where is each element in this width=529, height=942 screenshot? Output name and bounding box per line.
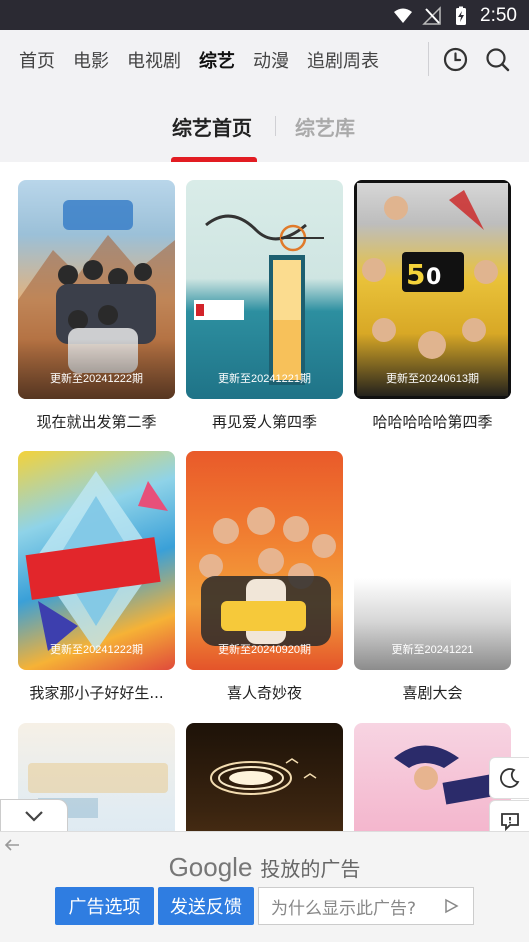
feedback-icon xyxy=(500,813,519,832)
show-card[interactable]: 更新至20241222期 现在就出发第二季 xyxy=(18,180,175,432)
status-bar: 2:50 xyxy=(0,0,529,30)
send-feedback-button[interactable]: 发送反馈 xyxy=(158,887,254,925)
update-badge: 更新至20240613期 xyxy=(386,373,479,385)
show-title[interactable]: 喜人奇妙夜 xyxy=(186,682,343,703)
why-this-ad-button[interactable]: 为什么显示此广告? xyxy=(258,887,474,925)
show-poster[interactable]: 更新至20241221 xyxy=(354,451,511,670)
update-badge: 更新至20241221 xyxy=(391,644,474,656)
clock-history-icon[interactable] xyxy=(443,47,468,72)
subtab-variety-home[interactable]: 综艺首页 xyxy=(172,112,252,141)
ad-banner: Google 投放的广告 广告选项 发送反馈 为什么显示此广告? xyxy=(0,831,529,942)
moon-icon xyxy=(499,768,519,788)
svg-text:0: 0 xyxy=(426,265,441,290)
tab-weekly-schedule[interactable]: 追剧周表 xyxy=(298,47,388,73)
poster-shade xyxy=(18,339,175,399)
show-poster[interactable]: 5 0 更新至20240613期 xyxy=(354,180,511,399)
chevron-down-icon xyxy=(25,810,43,822)
content-grid: 更新至20241222期 现在就出发第二季 更新至20241221期 再见爱人第… xyxy=(0,162,529,942)
update-badge: 更新至20241222期 xyxy=(50,373,143,385)
ad-label: Google 投放的广告 xyxy=(0,852,529,883)
show-card[interactable]: 5 0 更新至20240613期 哈哈哈哈哈第四季 xyxy=(354,180,511,432)
show-card[interactable]: 更新至20240920期 喜人奇妙夜 xyxy=(186,451,343,703)
night-mode-button[interactable] xyxy=(489,757,529,799)
tab-home[interactable]: 首页 xyxy=(10,47,64,73)
update-badge: 更新至20241221期 xyxy=(218,373,311,385)
update-badge: 更新至20241222期 xyxy=(50,644,143,656)
show-title[interactable]: 现在就出发第二季 xyxy=(18,411,175,432)
subtab-variety-library[interactable]: 综艺库 xyxy=(295,112,355,141)
poster-art xyxy=(25,471,168,651)
show-poster[interactable]: 更新至20240920期 xyxy=(186,451,343,670)
show-poster[interactable]: 更新至20241222期 xyxy=(18,451,175,670)
variety-subtabs: 综艺首页 综艺库 xyxy=(0,95,529,162)
show-poster[interactable]: 更新至20241222期 xyxy=(18,180,175,399)
show-card[interactable]: 更新至20241221期 再见爱人第四季 xyxy=(186,180,343,432)
back-arrow-icon[interactable] xyxy=(4,838,20,852)
show-title[interactable]: 哈哈哈哈哈第四季 xyxy=(354,411,511,432)
subtab-divider xyxy=(275,116,276,136)
svg-text:5: 5 xyxy=(406,258,425,291)
collapse-ad-button[interactable] xyxy=(0,799,68,831)
ad-label-text: 投放的广告 xyxy=(260,857,361,881)
nav-divider xyxy=(428,42,429,76)
search-icon[interactable] xyxy=(485,47,510,72)
show-poster[interactable]: 更新至20241221期 xyxy=(186,180,343,399)
tab-variety[interactable]: 综艺 xyxy=(190,47,244,76)
tab-tv-series[interactable]: 电视剧 xyxy=(118,47,190,73)
update-badge: 更新至20240920期 xyxy=(218,644,311,656)
show-card[interactable]: 更新至20241221 喜剧大会 xyxy=(354,451,511,703)
signal-off-icon xyxy=(422,6,441,25)
battery-charging-icon xyxy=(456,6,467,25)
ad-choices-icon xyxy=(445,898,459,914)
why-this-ad-text: 为什么显示此广告? xyxy=(271,898,417,919)
show-title[interactable]: 再见爱人第四季 xyxy=(186,411,343,432)
show-title[interactable]: 我家那小子好好生... xyxy=(18,682,175,703)
poster-art: 5 0 xyxy=(354,180,511,399)
poster-art xyxy=(194,214,324,385)
tab-anime[interactable]: 动漫 xyxy=(244,47,298,73)
top-nav: 首页 电影 电视剧 综艺 动漫 追剧周表 xyxy=(0,30,529,90)
show-title[interactable]: 喜剧大会 xyxy=(354,682,511,703)
ad-options-button[interactable]: 广告选项 xyxy=(55,887,154,925)
google-logo: Google xyxy=(168,852,253,882)
show-card[interactable]: 更新至20241222期 我家那小子好好生... xyxy=(18,451,175,703)
category-tabs: 首页 电影 电视剧 综艺 动漫 追剧周表 xyxy=(10,47,388,76)
poster-art xyxy=(199,507,336,646)
wifi-icon xyxy=(394,8,413,23)
tab-movies[interactable]: 电影 xyxy=(64,47,118,73)
clock-time: 2:50 xyxy=(480,5,517,26)
